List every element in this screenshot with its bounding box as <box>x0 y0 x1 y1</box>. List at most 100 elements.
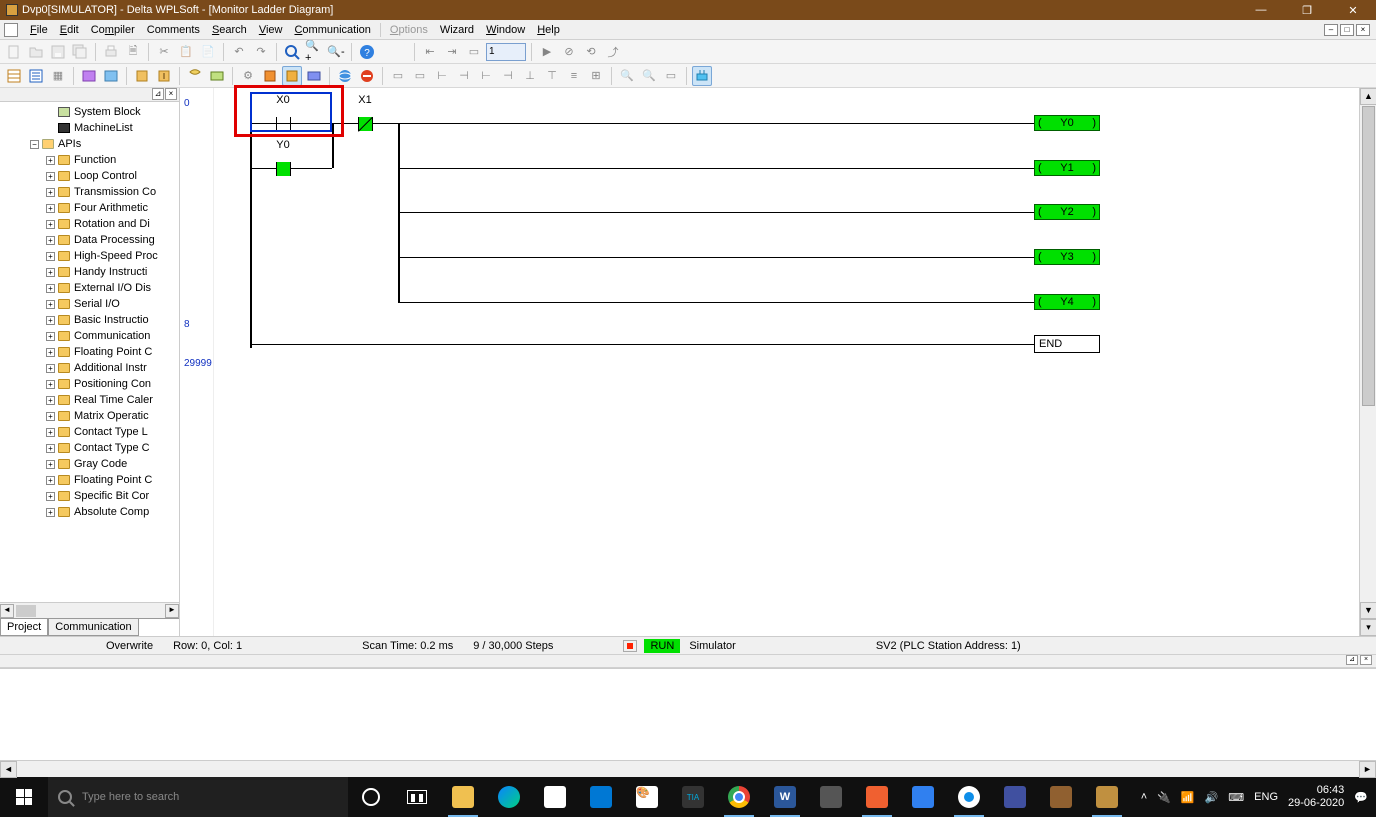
instruction-view-button[interactable] <box>26 66 46 86</box>
app-misc5[interactable] <box>1038 777 1084 817</box>
monitor-toggle-button[interactable] <box>185 66 205 86</box>
dock-close-button[interactable]: × <box>1360 655 1372 665</box>
taskbar-search[interactable]: Type here to search <box>48 777 348 817</box>
mdi-minimize-button[interactable]: – <box>1324 24 1338 36</box>
sidebar-pin-button[interactable]: ⊿ <box>152 88 164 100</box>
tree-item-specific-bit-cor[interactable]: +Specific Bit Cor <box>2 488 177 504</box>
tree-expander[interactable]: + <box>46 268 55 277</box>
tree-expander[interactable]: + <box>46 220 55 229</box>
edit7-button[interactable]: ≡ <box>564 66 584 86</box>
nav-fwd-button[interactable]: ⇥ <box>442 42 462 62</box>
app-wplsoft[interactable] <box>1084 777 1130 817</box>
nav-back-button[interactable]: ⇤ <box>420 42 440 62</box>
tray-ime-icon[interactable]: ⌨ <box>1228 791 1244 804</box>
app-mail[interactable] <box>578 777 624 817</box>
tree-expander[interactable]: + <box>46 300 55 309</box>
compile-all-button[interactable] <box>101 66 121 86</box>
menu-communication[interactable]: Communication <box>288 22 376 38</box>
read-plc-button[interactable] <box>282 66 302 86</box>
tree-expander[interactable]: + <box>46 316 55 325</box>
cortana-button[interactable] <box>348 777 394 817</box>
save-button[interactable] <box>48 42 68 62</box>
zoom-out-button[interactable]: 🔍- <box>326 42 346 62</box>
paste-button[interactable]: 📄 <box>198 42 218 62</box>
tree-item-basic-instructio[interactable]: +Basic Instructio <box>2 312 177 328</box>
device-button[interactable]: ▭ <box>388 66 408 86</box>
project-tree[interactable]: System BlockMachineList−APIs+Function+Lo… <box>0 102 179 602</box>
menu-file[interactable]: File <box>24 22 54 38</box>
app-teamviewer[interactable] <box>946 777 992 817</box>
minimize-button[interactable]: — <box>1238 0 1284 20</box>
edit1-button[interactable]: ⊢ <box>432 66 452 86</box>
tree-item-apis[interactable]: −APIs <box>2 136 177 152</box>
tray-clock[interactable]: 06:43 29-06-2020 <box>1288 784 1344 810</box>
menu-compiler[interactable]: Compiler <box>85 22 141 38</box>
tree-item-real-time-caler[interactable]: +Real Time Caler <box>2 392 177 408</box>
print-preview-button[interactable]: 🗎 <box>123 42 143 62</box>
tree-item-floating-point-c[interactable]: +Floating Point C <box>2 344 177 360</box>
tree-item-high-speed-proc[interactable]: +High-Speed Proc <box>2 248 177 264</box>
bookmark-button[interactable]: ▭ <box>661 66 681 86</box>
tree-expander[interactable]: + <box>46 284 55 293</box>
menu-window[interactable]: Window <box>480 22 531 38</box>
coil-y4[interactable]: Y4 <box>1034 294 1100 310</box>
end-instruction[interactable]: END <box>1034 335 1100 353</box>
undo-button[interactable]: ↶ <box>229 42 249 62</box>
refresh-button[interactable]: ⟲ <box>581 42 601 62</box>
mdi-restore-button[interactable]: □ <box>1340 24 1354 36</box>
app-misc2[interactable] <box>854 777 900 817</box>
tree-item-absolute-comp[interactable]: +Absolute Comp <box>2 504 177 520</box>
comm-settings-button[interactable]: ⚙ <box>238 66 258 86</box>
copy-button[interactable]: 📋 <box>176 42 196 62</box>
maximize-button[interactable]: ❐ <box>1284 0 1330 20</box>
open-file-button[interactable] <box>26 42 46 62</box>
tree-item-contact-type-l[interactable]: +Contact Type L <box>2 424 177 440</box>
tree-expander[interactable]: + <box>46 444 55 453</box>
tree-item-positioning-con[interactable]: +Positioning Con <box>2 376 177 392</box>
edit8-button[interactable]: ⊞ <box>586 66 606 86</box>
edit4-button[interactable]: ⊣ <box>498 66 518 86</box>
tree-expander[interactable]: + <box>46 508 55 517</box>
write-plc-button[interactable] <box>260 66 280 86</box>
redo-button[interactable]: ↷ <box>251 42 271 62</box>
online-edit-button[interactable] <box>207 66 227 86</box>
tree-item-external-i-o-dis[interactable]: +External I/O Dis <box>2 280 177 296</box>
output-hscroll[interactable]: ◄ ► <box>0 760 1376 777</box>
tree-expander[interactable]: + <box>46 172 55 181</box>
tree-item-additional-instr[interactable]: +Additional Instr <box>2 360 177 376</box>
zoom-fit-button[interactable] <box>282 42 302 62</box>
goto-input[interactable] <box>486 43 526 61</box>
app-edge[interactable] <box>486 777 532 817</box>
ladder-view-button[interactable] <box>4 66 24 86</box>
device2-button[interactable]: ▭ <box>410 66 430 86</box>
tray-network-icon[interactable]: 📶 <box>1181 791 1195 804</box>
tree-expander[interactable]: + <box>46 428 55 437</box>
app-chrome[interactable] <box>716 777 762 817</box>
sfc-view-button[interactable]: ▦ <box>48 66 68 86</box>
output-console[interactable] <box>0 668 1376 760</box>
tree-item-loop-control[interactable]: +Loop Control <box>2 168 177 184</box>
reload-button[interactable]: ⤴ <box>603 42 623 62</box>
tree-item-handy-instructi[interactable]: +Handy Instructi <box>2 264 177 280</box>
tree-item-contact-type-c[interactable]: +Contact Type C <box>2 440 177 456</box>
start-button[interactable] <box>0 777 48 817</box>
canvas-vscroll[interactable]: ▲ ▼ ▾ <box>1359 88 1376 636</box>
app-tia[interactable]: TIA <box>670 777 716 817</box>
tree-item-system-block[interactable]: System Block <box>2 104 177 120</box>
tray-volume-icon[interactable]: 🔊 <box>1205 791 1219 804</box>
find1-button[interactable]: 🔍 <box>617 66 637 86</box>
stop-plc-button[interactable] <box>357 66 377 86</box>
upload-button[interactable] <box>154 66 174 86</box>
cut-button[interactable]: ✂ <box>154 42 174 62</box>
edit5-button[interactable]: ⊥ <box>520 66 540 86</box>
save-all-button[interactable] <box>70 42 90 62</box>
tree-expander[interactable]: + <box>46 476 55 485</box>
compile-button[interactable] <box>79 66 99 86</box>
app-misc4[interactable] <box>992 777 1038 817</box>
close-button[interactable]: ✕ <box>1330 0 1376 20</box>
tree-expander[interactable]: + <box>46 412 55 421</box>
sidebar-tab-project[interactable]: Project <box>0 619 48 636</box>
coil-y0[interactable]: Y0 <box>1034 115 1100 131</box>
simulator-button[interactable] <box>692 66 712 86</box>
tree-item-four-arithmetic[interactable]: +Four Arithmetic <box>2 200 177 216</box>
